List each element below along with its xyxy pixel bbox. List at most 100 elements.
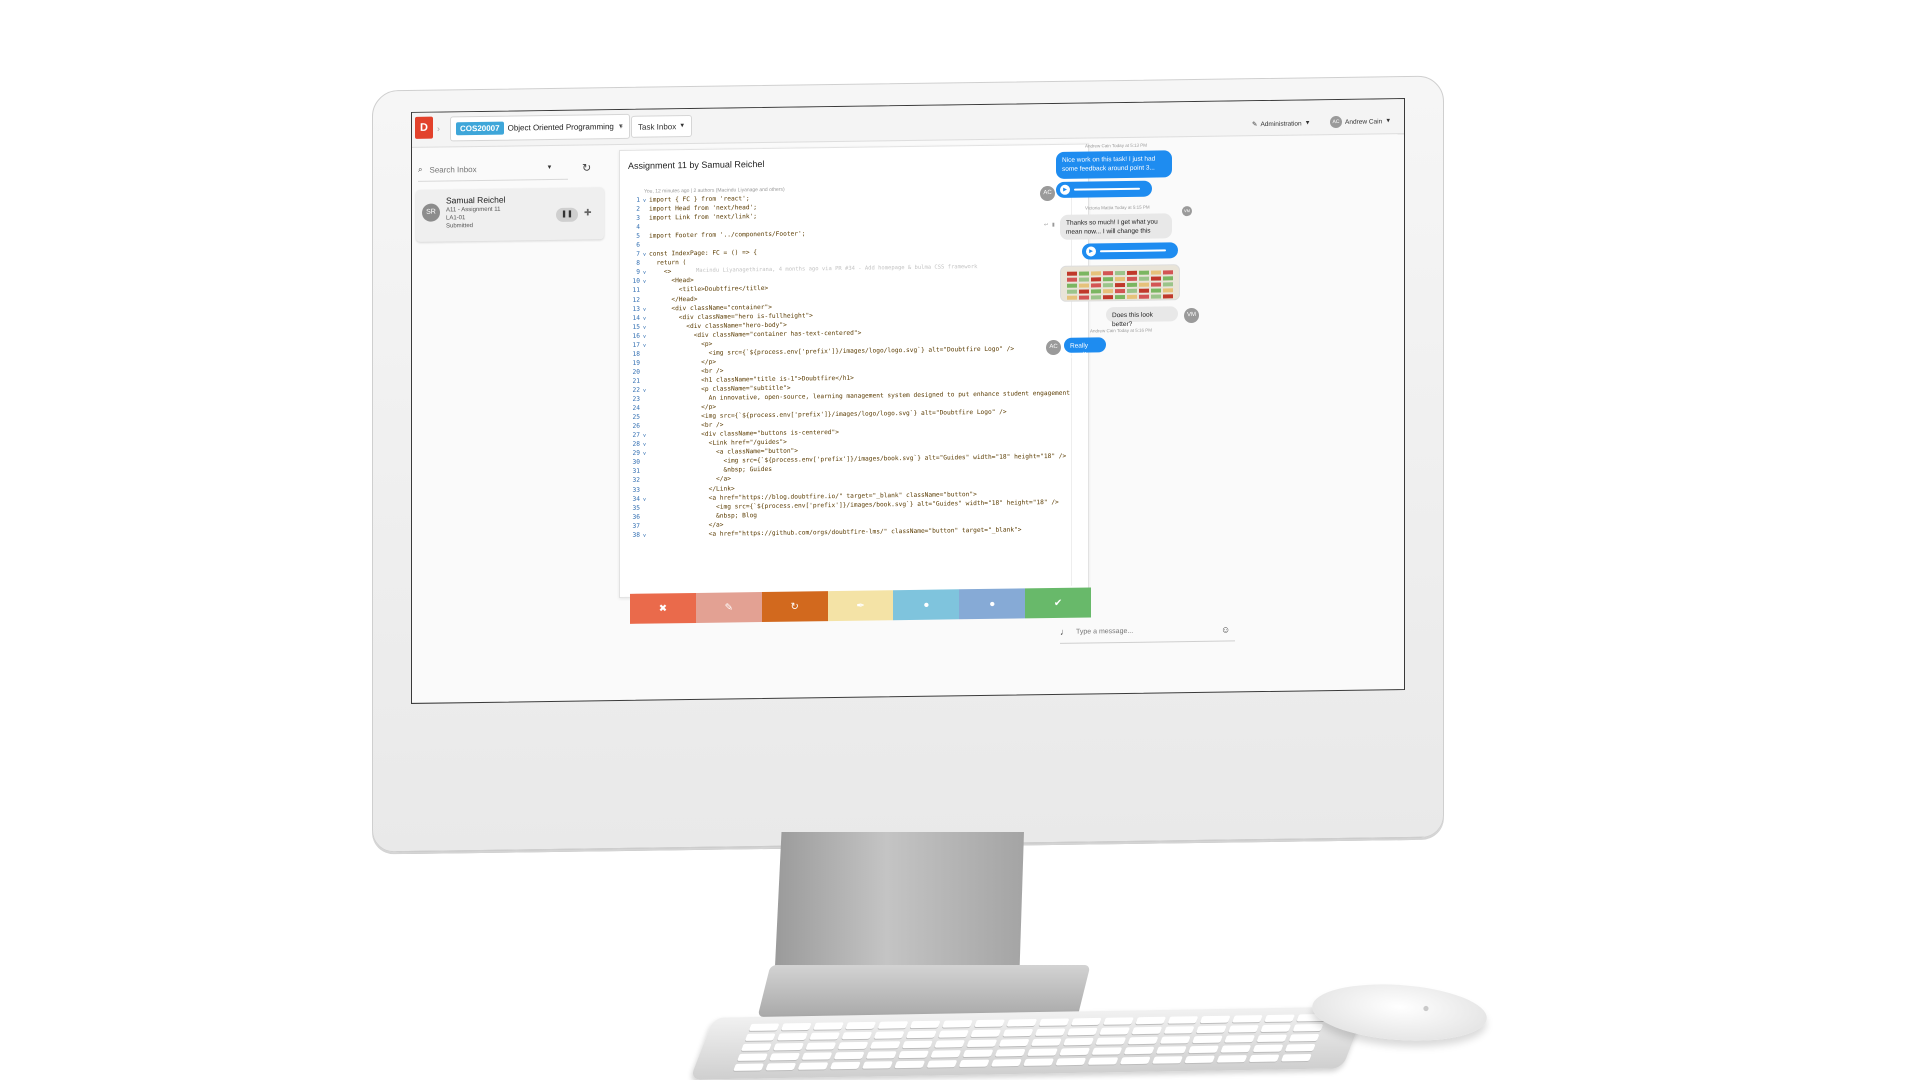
audio-message[interactable]: ▶ [1082, 242, 1178, 260]
line-number: 8 [636, 260, 640, 268]
keyboard-key [1030, 1038, 1062, 1046]
course-selector[interactable]: COS20007 Object Oriented Programming ▼ [450, 113, 630, 142]
keyboard-key [744, 1033, 776, 1041]
image-cell [1163, 282, 1173, 287]
breadcrumb-separator: › [437, 123, 440, 134]
keyboard-key [809, 1032, 841, 1040]
keyboard-key [1288, 1033, 1320, 1042]
line-number: 9 [636, 269, 640, 277]
line-number: 14 [632, 314, 640, 322]
keyboard-key [1095, 1037, 1127, 1045]
app-logo[interactable]: D [415, 116, 433, 139]
image-cell [1139, 294, 1149, 299]
keyboard-key [797, 1062, 829, 1070]
reply-icon[interactable]: ↩ [1044, 222, 1048, 228]
keyboard-key [1038, 1018, 1070, 1026]
message-input[interactable] [1074, 625, 1216, 637]
image-attachment[interactable] [1060, 264, 1180, 302]
code-editor[interactable]: 1 v import { FC } from 'react'; 2 import Hea… [626, 189, 1072, 592]
microphone-icon[interactable]: ♩ [1060, 627, 1069, 637]
comment-button[interactable]: ● [893, 589, 960, 621]
keyboard-key [805, 1042, 837, 1050]
keyboard-key [1006, 1019, 1038, 1027]
keyboard-key [1256, 1034, 1288, 1043]
line-number: 24 [632, 404, 640, 412]
pause-button[interactable]: ❚❚ [556, 207, 578, 222]
administration-menu[interactable]: ✎ Administration ▼ [1252, 119, 1311, 128]
emoji-icon[interactable]: ☺ [1221, 625, 1230, 635]
chevron-down-icon: ▼ [1385, 118, 1392, 125]
keyboard-key [748, 1023, 780, 1031]
keyboard-key [877, 1021, 909, 1029]
fix-button[interactable]: ✒ [827, 590, 894, 622]
keyboard-key [1216, 1055, 1248, 1063]
refresh-icon[interactable]: ↻ [582, 161, 591, 174]
audio-progress [1074, 187, 1140, 191]
image-cell [1127, 276, 1137, 281]
line-number: 3 [636, 214, 640, 222]
line-number: 7 [636, 251, 640, 259]
line-number: 4 [636, 223, 640, 231]
keyboard-key [1195, 1025, 1227, 1034]
administration-label: Administration [1260, 120, 1302, 128]
message-bubble: Does this look better? [1106, 306, 1178, 328]
image-cell [1163, 276, 1173, 281]
image-cell [1139, 288, 1149, 293]
line-number: 16 [632, 332, 640, 340]
close-button[interactable]: ✖ [630, 592, 696, 624]
keyboard-key [862, 1061, 893, 1069]
line-number: 20 [632, 368, 640, 376]
discuss-button[interactable]: ✎ [695, 592, 762, 623]
image-cell [1151, 276, 1161, 281]
avatar: AC [1046, 339, 1061, 356]
keyboard-key [1292, 1023, 1324, 1032]
image-cell [1091, 271, 1101, 276]
play-icon[interactable]: ▶ [1060, 184, 1070, 195]
keyboard-key [926, 1060, 958, 1068]
task-inbox-selector[interactable]: Task Inbox ▼ [631, 115, 693, 138]
fold-chevron-icon[interactable]: v [640, 531, 649, 540]
user-menu[interactable]: AC Andrew Cain ▼ [1330, 115, 1392, 129]
audio-message[interactable]: ▶ [1056, 180, 1152, 198]
keyboard-key [1123, 1046, 1155, 1055]
code-text: <br /> [649, 421, 724, 430]
image-cell [1151, 270, 1161, 275]
line-number: 1 [636, 196, 640, 204]
keyboard-key [1155, 1046, 1187, 1054]
inbox-item[interactable]: SR Samual Reichel A11 - Assignment 11 LA… [416, 187, 604, 242]
keyboard-key [737, 1053, 768, 1061]
attachment-icon[interactable]: ▮ [1052, 222, 1055, 228]
message-bubble: Really good! [1064, 337, 1106, 359]
keyboard-key [1228, 1025, 1259, 1033]
play-icon[interactable]: ▶ [1086, 246, 1096, 257]
image-cell [1151, 282, 1161, 287]
image-cell [1139, 270, 1149, 275]
keyboard-key [994, 1048, 1026, 1057]
keyboard-key [1191, 1035, 1223, 1044]
message-composer: ♩ ☺ [1060, 618, 1235, 644]
pin-icon[interactable]: ✚ [584, 207, 592, 218]
keyboard-key [1284, 1043, 1316, 1052]
line-number: 22 [632, 386, 640, 394]
keyboard-key [765, 1062, 797, 1071]
code-text: <p> [649, 340, 713, 349]
tutorial-name: LA1-01 [446, 215, 466, 222]
keyboard-key [898, 1050, 930, 1059]
chevron-down-icon[interactable]: ▼ [546, 165, 552, 171]
line-number: 32 [632, 477, 640, 485]
keyboard-key [1224, 1035, 1256, 1043]
breadcrumb-separator: › [620, 120, 623, 132]
redo-button[interactable]: ↻ [761, 591, 828, 623]
line-number: 18 [632, 350, 640, 358]
keyboard-key [801, 1052, 833, 1060]
task-name: A11 - Assignment 11 [446, 206, 501, 214]
keyboard-key [1059, 1047, 1091, 1056]
keyboard-key [869, 1041, 901, 1049]
line-number: 34 [632, 495, 640, 503]
code-text: </a> [649, 475, 731, 485]
image-cell [1127, 270, 1137, 275]
search-input[interactable] [427, 162, 542, 176]
chat-button[interactable]: ● [959, 588, 1026, 620]
complete-button[interactable]: ✔ [1025, 587, 1092, 619]
code-text: import { FC } from 'react'; [649, 195, 750, 204]
